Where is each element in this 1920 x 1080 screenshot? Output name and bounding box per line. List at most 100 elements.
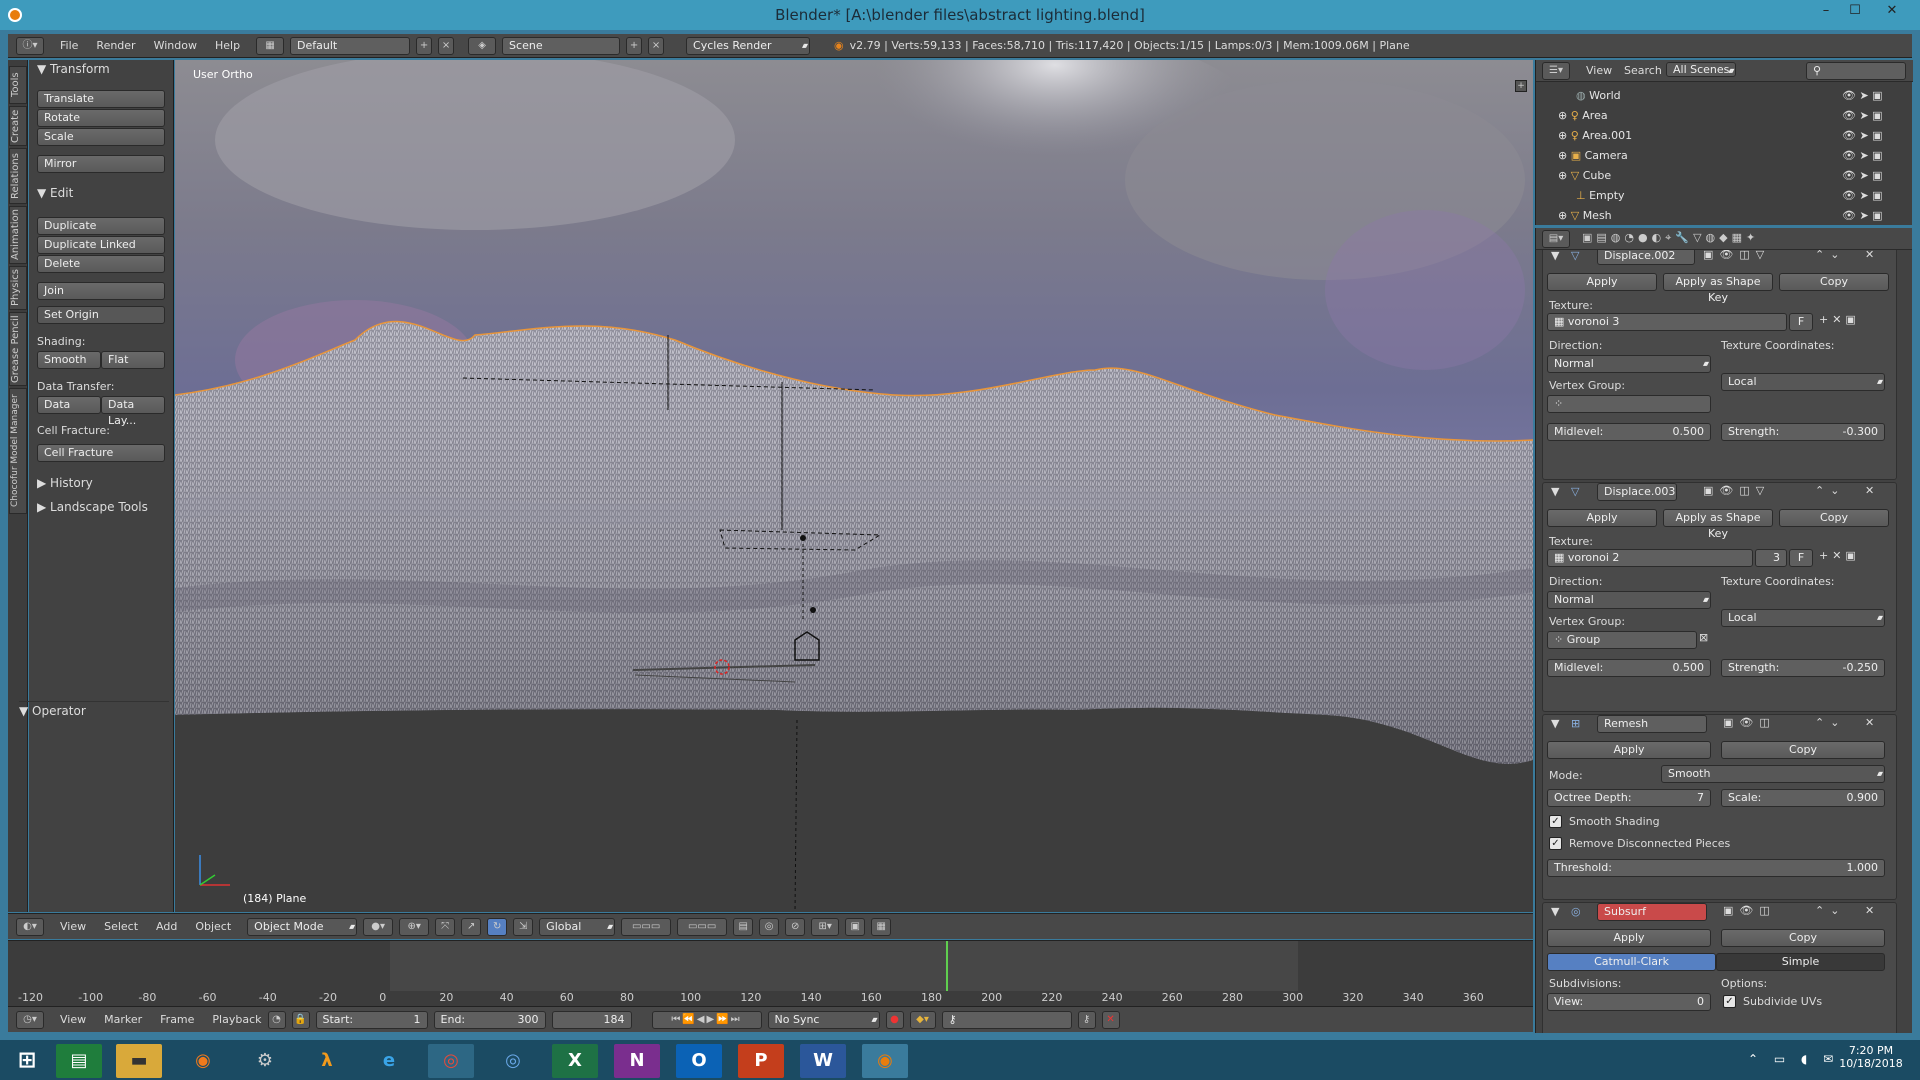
tab-chocofur[interactable]: Chocofur Model Manager [9, 388, 27, 514]
render-layers-icon[interactable]: ▤ [733, 917, 754, 936]
texture-actions-icons[interactable]: +✕▣ [1819, 549, 1860, 562]
cell-fracture-button[interactable]: Cell Fracture [37, 444, 165, 462]
internet-explorer-icon[interactable]: e [366, 1044, 412, 1078]
chrome-app-icon[interactable]: ◎ [490, 1044, 536, 1078]
outlook-icon[interactable]: O [676, 1044, 722, 1078]
modifier-name-field[interactable]: Remesh [1597, 715, 1707, 733]
copy-button[interactable]: Copy [1721, 741, 1885, 759]
texture-actions-icons[interactable]: +✕▣ [1819, 313, 1860, 326]
expand-icon[interactable]: ⊕ [1558, 129, 1571, 142]
end-frame-field[interactable]: End: 300 [433, 1010, 546, 1029]
visibility-toggles[interactable]: 👁 ➤ ▣ 👁 ➤ ▣ 👁 ➤ ▣ 👁 ➤ ▣ 👁 ➤ ▣ 👁 ➤ ▣ 👁 ➤ ▣ [1842, 86, 1902, 226]
texture-coords-dropdown[interactable]: Local [1721, 373, 1885, 391]
fake-user-button[interactable]: F [1789, 549, 1813, 567]
onenote-icon[interactable]: N [614, 1044, 660, 1078]
layers-icon-2[interactable]: ▭▭▭ [677, 917, 728, 936]
move-up-down-icons[interactable]: ⌃⌄ [1815, 904, 1845, 917]
expand-icon[interactable]: ⊕ [1558, 109, 1571, 122]
word-icon[interactable]: W [800, 1044, 846, 1078]
collapse-arrow-icon[interactable]: ▼ [1551, 717, 1559, 730]
pivot-point-icon[interactable]: ⊕▾ [399, 917, 430, 936]
vertex-group-field[interactable]: ⁘ [1547, 395, 1711, 413]
editor-type-icon[interactable]: ⓘ▾ [16, 36, 44, 55]
snap-icon[interactable]: ⊘ [785, 917, 806, 936]
midlevel-slider[interactable]: Midlevel: 0.500 [1547, 659, 1711, 677]
snap-target-icon[interactable]: ⊞▾ [811, 917, 840, 936]
remove-modifier-icon[interactable]: ✕ [1865, 250, 1874, 261]
tab-animation[interactable]: Animation [9, 206, 27, 264]
transform-panel-header[interactable]: ▼ Transform [37, 62, 110, 76]
duplicate-button[interactable]: Duplicate [37, 217, 165, 235]
move-up-down-icons[interactable]: ⌃⌄ [1815, 484, 1845, 497]
lock-icon[interactable]: 🔒 [291, 1010, 310, 1029]
apply-button[interactable]: Apply [1547, 509, 1657, 527]
opengl-anim-icon[interactable]: ▦ [871, 917, 892, 936]
menu-select[interactable]: Select [104, 920, 138, 933]
delete-button[interactable]: Delete [37, 255, 165, 273]
scene-field[interactable]: Scene [502, 36, 621, 55]
remove-scene-icon[interactable]: × [648, 36, 665, 55]
copy-button[interactable]: Copy [1779, 273, 1889, 291]
tab-create[interactable]: Create [9, 106, 27, 146]
texture-coords-dropdown[interactable]: Local [1721, 609, 1885, 627]
menu-playback[interactable]: Playback [212, 1013, 261, 1026]
render-engine-dropdown[interactable]: Cycles Render [686, 36, 811, 55]
copy-button[interactable]: Copy [1779, 509, 1889, 527]
apply-button[interactable]: Apply [1547, 741, 1711, 759]
tab-physics[interactable]: Physics [9, 266, 27, 310]
apply-button[interactable]: Apply [1547, 929, 1711, 947]
rotate-button[interactable]: Rotate [37, 109, 165, 127]
proportional-edit-icon[interactable]: ◎ [759, 917, 780, 936]
texture-users-count[interactable]: 3 [1755, 549, 1787, 567]
remesh-mode-dropdown[interactable]: Smooth [1661, 765, 1885, 783]
translate-button[interactable]: Translate [37, 90, 165, 108]
invert-vgroup-icon[interactable]: ⊠ [1699, 631, 1708, 644]
modifier-name-field[interactable]: Displace.003 [1597, 483, 1677, 501]
tab-relations[interactable]: Relations [9, 148, 27, 204]
edit-panel-header[interactable]: ▼ Edit [37, 186, 73, 200]
collapse-arrow-icon[interactable]: ▼ [1551, 250, 1559, 262]
modifier-visibility-icons[interactable]: ▣👁◫▽ [1703, 484, 1770, 497]
modifier-name-field[interactable]: Subsurf [1597, 903, 1707, 921]
apply-shape-key-button[interactable]: Apply as Shape Key [1663, 273, 1773, 304]
menu-frame[interactable]: Frame [160, 1013, 194, 1026]
display-mode-dropdown[interactable]: All Scenes [1666, 62, 1737, 77]
timeline[interactable]: -120 -100 -80 -60 -40 -20 0 20 40 60 80 100 120 140 16… [8, 940, 1533, 1013]
tab-tools[interactable]: Tools [9, 66, 27, 104]
collapse-arrow-icon[interactable]: ▼ [1551, 905, 1559, 918]
texture-field[interactable]: ▦ voronoi 2 [1547, 549, 1753, 567]
fake-user-button[interactable]: F [1789, 313, 1813, 331]
mode-dropdown[interactable]: Object Mode [247, 917, 358, 936]
catmull-clark-button[interactable]: Catmull-Clark [1547, 953, 1716, 971]
set-origin-dropdown[interactable]: Set Origin [37, 306, 165, 324]
operator-panel-header[interactable]: ▼ Operator [19, 701, 169, 718]
layers-icon[interactable]: ▭▭▭ [621, 917, 672, 936]
apply-shape-key-button[interactable]: Apply as Shape Key [1663, 509, 1773, 540]
move-up-down-icons[interactable]: ⌃⌄ [1815, 250, 1845, 261]
translate-manipulator-icon[interactable]: ↗ [461, 917, 482, 936]
apply-button[interactable]: Apply [1547, 273, 1657, 291]
3d-viewport[interactable]: User Ortho (184) Plane + [175, 60, 1533, 912]
system-tray-icons[interactable]: ⌃ ▭ ◖ ✉ [1748, 1052, 1839, 1066]
editor-type-icon[interactable]: ◐▾ [16, 917, 44, 936]
midlevel-slider[interactable]: Midlevel: 0.500 [1547, 423, 1711, 441]
delete-keyframe-icon[interactable]: ✕ [1101, 1010, 1120, 1029]
duplicate-linked-button[interactable]: Duplicate Linked [37, 236, 165, 254]
outliner-search-input[interactable]: ⚲ [1806, 62, 1906, 80]
sync-dropdown[interactable]: No Sync [767, 1010, 880, 1029]
playback-controls[interactable]: ⏮⏪◀▶⏩⏭ [651, 1010, 762, 1029]
close-button[interactable]: ✕ [1872, 0, 1912, 24]
remove-layout-icon[interactable]: × [438, 36, 455, 55]
menu-view[interactable]: View [60, 1013, 86, 1026]
remove-modifier-icon[interactable]: ✕ [1865, 716, 1874, 729]
history-panel-header[interactable]: ▶ History [37, 476, 93, 490]
steam-icon[interactable]: ⚙ [242, 1044, 288, 1078]
collapse-arrow-icon[interactable]: ▼ [1551, 485, 1559, 498]
chrome-icon[interactable]: ◎ [428, 1044, 474, 1078]
threshold-field[interactable]: Threshold: 1.000 [1547, 859, 1885, 877]
menu-add[interactable]: Add [156, 920, 177, 933]
context-tabs[interactable]: ▣▤◍◔●◐⌖🔧▽◍◆▦✦ [1582, 231, 1782, 247]
add-layout-icon[interactable]: + [416, 36, 433, 55]
subdivide-uvs-checkbox[interactable]: ✓ [1723, 995, 1736, 1008]
data-layout-button[interactable]: Data Lay... [101, 396, 165, 427]
